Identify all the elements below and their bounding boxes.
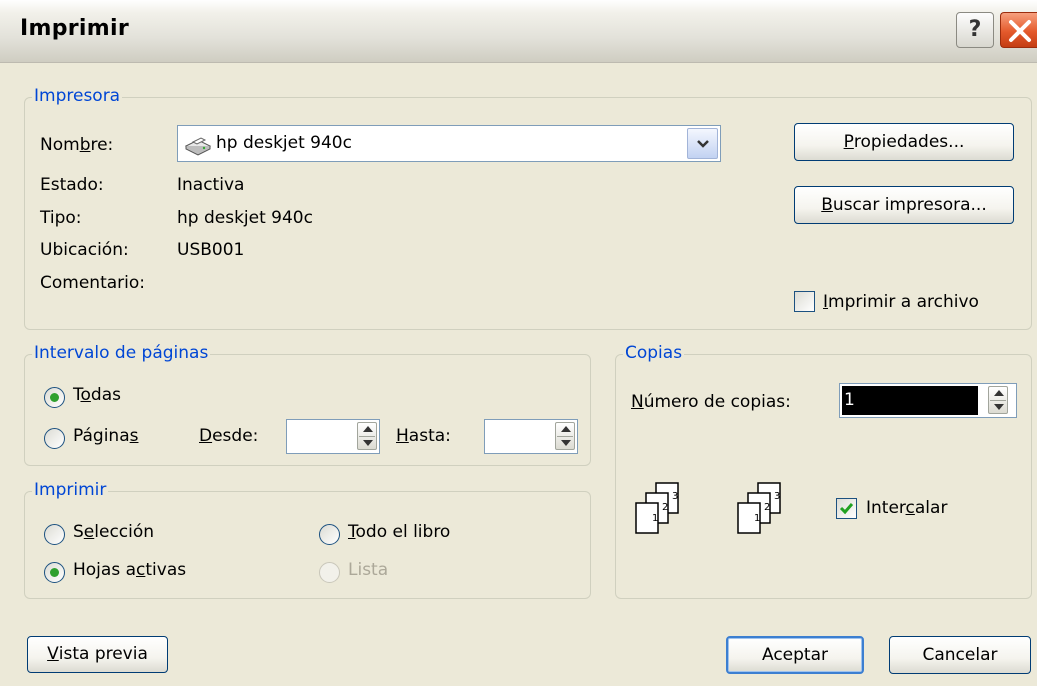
chevron-down-icon bbox=[697, 140, 709, 148]
location-label: Ubicación: bbox=[40, 240, 129, 260]
all-pages-radio[interactable] bbox=[44, 387, 65, 408]
collate-checkbox[interactable] bbox=[836, 498, 857, 519]
collate-page-3-number: 3 bbox=[672, 491, 679, 502]
print-what-group bbox=[24, 491, 591, 599]
collate-page-3-number: 3 bbox=[774, 491, 781, 502]
copies-group-title: Copias bbox=[623, 343, 685, 363]
checkmark-icon bbox=[839, 503, 854, 515]
list-label: Lista bbox=[348, 560, 389, 580]
page-range-group-title: Intervalo de páginas bbox=[32, 343, 211, 363]
printer-select-value: hp deskjet 940c bbox=[216, 133, 352, 153]
from-label: Desde: bbox=[199, 426, 259, 446]
printer-select[interactable]: hp deskjet 940c bbox=[177, 125, 721, 162]
printer-select-dropdown-button[interactable] bbox=[687, 128, 718, 159]
to-page-spinner[interactable] bbox=[555, 422, 575, 450]
whole-book-radio[interactable] bbox=[319, 524, 340, 545]
print-to-file-label[interactable]: Imprimir a archivo bbox=[823, 292, 979, 312]
collate-label[interactable]: Intercalar bbox=[866, 498, 947, 518]
print-dialog: Imprimir ? Impresora Nombre: hp deskjet … bbox=[0, 0, 1037, 686]
status-label: Estado: bbox=[40, 175, 104, 195]
copies-count-value: 1 bbox=[844, 390, 855, 410]
type-label: Tipo: bbox=[40, 208, 82, 228]
cancel-button[interactable]: Cancelar bbox=[889, 636, 1031, 674]
from-page-spinner[interactable] bbox=[357, 422, 377, 450]
ok-button[interactable]: Aceptar bbox=[726, 636, 864, 674]
window-title: Imprimir bbox=[20, 16, 129, 41]
copies-count-label: Número de copias: bbox=[631, 392, 791, 412]
pages-radio[interactable] bbox=[44, 428, 65, 449]
list-radio bbox=[319, 562, 340, 583]
copies-count-input[interactable]: 1 bbox=[839, 383, 1017, 418]
printer-icon bbox=[184, 137, 212, 156]
help-icon: ? bbox=[968, 17, 982, 42]
active-sheets-radio[interactable] bbox=[44, 562, 65, 583]
status-value: Inactiva bbox=[177, 175, 245, 195]
collate-page-2-number: 2 bbox=[662, 502, 669, 513]
pages-label[interactable]: Páginas bbox=[73, 426, 138, 446]
selection-radio[interactable] bbox=[44, 524, 65, 545]
active-sheets-label[interactable]: Hojas activas bbox=[73, 560, 186, 580]
to-page-input[interactable] bbox=[484, 419, 578, 454]
to-label: Hasta: bbox=[396, 426, 451, 446]
type-value: hp deskjet 940c bbox=[177, 208, 313, 228]
collate-page-1-number: 1 bbox=[652, 513, 659, 524]
close-icon bbox=[1009, 20, 1031, 42]
printer-name-label: Nombre: bbox=[40, 135, 114, 155]
collate-page-1-number: 1 bbox=[754, 513, 761, 524]
from-page-input[interactable] bbox=[286, 419, 380, 454]
title-bar[interactable]: Imprimir ? bbox=[0, 0, 1037, 63]
copies-count-spinner[interactable] bbox=[988, 386, 1008, 414]
find-printer-button[interactable]: Buscar impresora... bbox=[794, 186, 1014, 224]
print-to-file-checkbox[interactable] bbox=[794, 291, 815, 312]
printer-group-title: Impresora bbox=[32, 86, 123, 106]
all-pages-label[interactable]: Todas bbox=[73, 385, 121, 405]
help-button[interactable]: ? bbox=[956, 12, 994, 48]
location-value: USB001 bbox=[177, 240, 245, 260]
whole-book-label[interactable]: Todo el libro bbox=[348, 522, 450, 542]
close-button[interactable] bbox=[1000, 12, 1037, 48]
print-preview-button[interactable]: Vista previa bbox=[27, 636, 168, 673]
copies-count-selection bbox=[842, 386, 978, 415]
selection-label[interactable]: Selección bbox=[73, 522, 154, 542]
collate-page-2-number: 2 bbox=[764, 502, 771, 513]
comment-label: Comentario: bbox=[40, 273, 145, 293]
print-what-group-title: Imprimir bbox=[32, 480, 109, 500]
properties-button[interactable]: Propiedades... bbox=[794, 123, 1014, 161]
